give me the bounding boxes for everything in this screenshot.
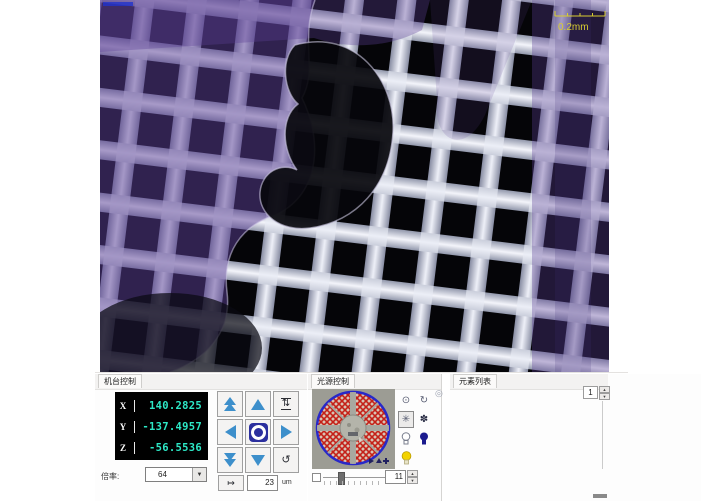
ring-rotate-icon: ↻ xyxy=(420,395,428,406)
z-updown-icon: ⇅ xyxy=(281,398,291,410)
brightness-checkbox[interactable] xyxy=(312,473,321,482)
y-axis-label: Y xyxy=(115,422,131,432)
light-control-panel: 光源控制 xyxy=(308,374,442,501)
y-axis-value: -137.4957 xyxy=(134,421,208,433)
brightness-value-input[interactable]: 11 xyxy=(385,470,406,484)
lamp-dark-button[interactable] xyxy=(416,430,432,447)
origin-return-button[interactable]: ↺ xyxy=(273,447,299,473)
light-tool-icons: ⊙ ↻ ✳ ✽ xyxy=(398,392,432,466)
spinner-down-button[interactable]: ▼ xyxy=(407,477,418,484)
x-axis-label: X xyxy=(115,401,131,411)
gear-icon: ✳ xyxy=(402,414,410,425)
z-axis-value: -56.5536 xyxy=(134,442,208,454)
list-scrollbar-thumb[interactable] xyxy=(593,494,607,498)
flower-icon: ✽ xyxy=(420,414,428,425)
image-artifact-mark xyxy=(103,2,133,6)
element-list-panel: 元素列表 1 ▲ ▼ xyxy=(450,374,701,501)
stop-button[interactable] xyxy=(245,419,271,445)
bulb-outline-icon xyxy=(401,432,411,445)
z-jog-button[interactable]: ⇅ xyxy=(273,391,299,417)
x-axis-value: 140.2825 xyxy=(134,400,208,412)
microscope-image-viewport[interactable]: 0.2mm xyxy=(100,0,609,372)
down-arrow-icon xyxy=(251,455,265,466)
spinner-down-button[interactable]: ▼ xyxy=(599,393,610,400)
up-arrow-icon xyxy=(251,399,265,410)
left-arrow-icon xyxy=(225,425,236,439)
brightness-slider-track[interactable] xyxy=(323,477,385,478)
step-mode-button[interactable]: ↦ xyxy=(218,475,244,491)
jog-left-button[interactable] xyxy=(217,419,243,445)
tab-stage-control[interactable]: 机台控制 xyxy=(98,374,142,388)
jog-pad: ⇅ ↺ xyxy=(217,391,299,473)
panel-divider xyxy=(95,372,628,373)
double-up-arrow-icon xyxy=(224,398,236,410)
chevron-down-icon[interactable]: ▼ xyxy=(192,468,206,481)
double-down-arrow-icon xyxy=(224,454,236,466)
z-axis-label: Z xyxy=(115,443,131,453)
axis-row-x: X 140.2825 xyxy=(115,395,208,416)
spinner-up-button[interactable]: ▲ xyxy=(599,386,610,393)
step-size-input[interactable]: 23 xyxy=(247,475,278,491)
axis-row-y: Y -137.4957 xyxy=(115,416,208,437)
ring-rotate-button[interactable]: ↻ xyxy=(416,392,432,409)
ring-all-segments-button[interactable]: ✽ xyxy=(416,411,432,428)
list-count-input[interactable]: 1 xyxy=(583,386,598,399)
list-count-spinner: ▲ ▼ xyxy=(599,386,610,399)
jog-up-fast-button[interactable] xyxy=(217,391,243,417)
lamp-on-button[interactable] xyxy=(398,449,414,466)
jog-up-button[interactable] xyxy=(245,391,271,417)
right-arrow-icon xyxy=(281,425,292,439)
brightness-spinner: ▲ ▼ xyxy=(407,470,418,484)
slider-tick-marks xyxy=(324,481,384,485)
light-tabstrip: 光源控制 xyxy=(308,374,441,390)
spinner-up-button[interactable]: ▲ xyxy=(407,470,418,477)
ring-light-diagram xyxy=(312,389,395,469)
coordinate-readout: X 140.2825 Y -137.4957 Z -56.5536 xyxy=(115,392,208,460)
ring-center-icon: ⊙ xyxy=(402,395,410,406)
ring-light-widget[interactable] xyxy=(312,389,395,469)
origin-return-icon: ↺ xyxy=(281,455,290,466)
axis-row-z: Z -56.5536 xyxy=(115,437,208,458)
magnification-label: 倍率: xyxy=(101,471,119,482)
ring-segments-button[interactable]: ✳ xyxy=(398,411,414,428)
tab-light-control[interactable]: 光源控制 xyxy=(311,374,355,388)
specimen-image: 0.2mm xyxy=(100,0,609,372)
bulb-yellow-icon xyxy=(401,451,412,465)
step-mode-icon: ↦ xyxy=(227,478,235,489)
stage-control-panel: 机台控制 X 140.2825 Y -137.4957 Z -56.5536 倍… xyxy=(95,374,307,501)
light-icon-spacer xyxy=(416,449,432,466)
scale-label: 0.2mm xyxy=(558,22,589,33)
magnification-dropdown[interactable]: 64 ▼ xyxy=(145,467,207,482)
step-unit-label: um xyxy=(282,479,292,486)
bulb-dark-icon xyxy=(419,432,429,445)
ring-center-button[interactable]: ⊙ xyxy=(398,392,414,409)
circle-icon: ◎ xyxy=(435,388,443,399)
jog-down-fast-button[interactable] xyxy=(217,447,243,473)
list-scrollbar-track[interactable] xyxy=(602,401,603,469)
magnification-value: 64 xyxy=(146,470,192,479)
stage-tabstrip: 机台控制 xyxy=(95,374,307,390)
tab-element-list[interactable]: 元素列表 xyxy=(453,374,497,388)
lamp-off-button[interactable] xyxy=(398,430,414,447)
jog-right-button[interactable] xyxy=(273,419,299,445)
stop-icon xyxy=(249,423,268,442)
jog-down-button[interactable] xyxy=(245,447,271,473)
